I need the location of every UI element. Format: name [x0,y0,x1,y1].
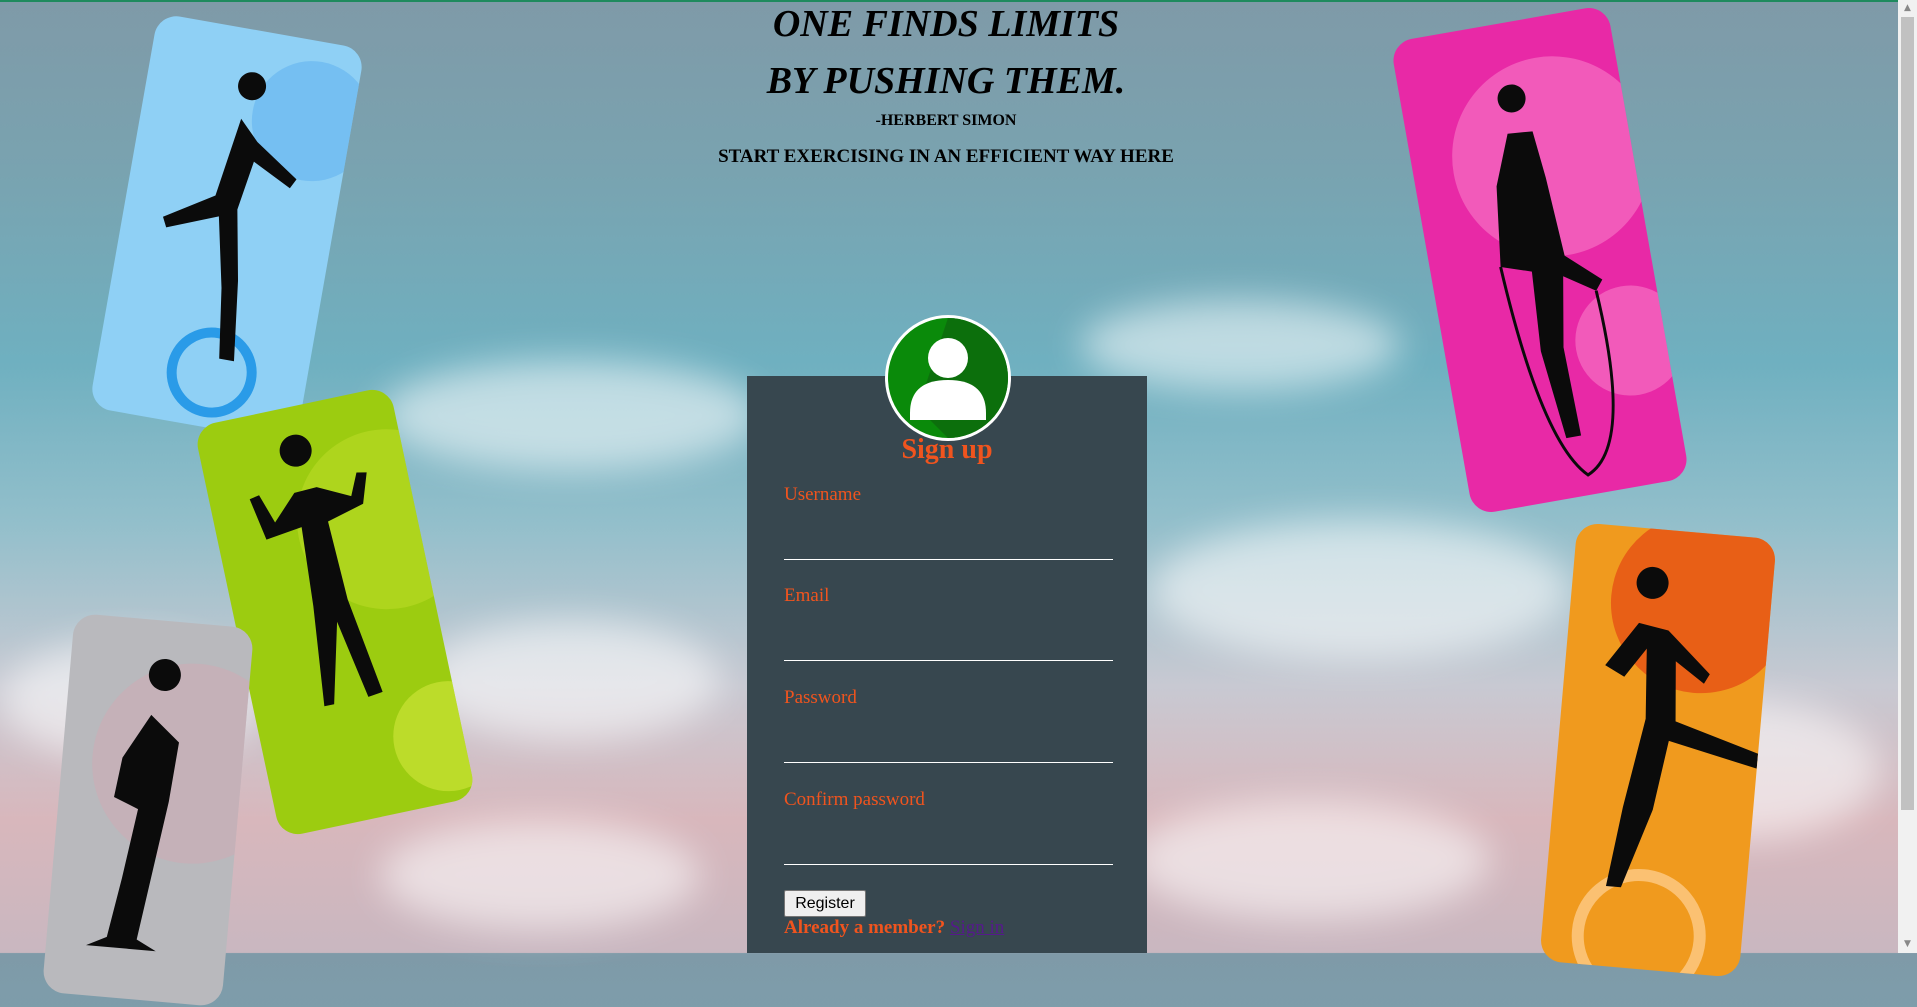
scrollbar-thumb[interactable] [1901,17,1914,810]
scroll-down-arrow-icon[interactable]: ▼ [1898,936,1917,953]
username-label: Username [784,484,862,505]
confirm-password-label: Confirm password [784,789,925,810]
register-button[interactable]: Register [784,890,866,917]
already-member-text: Already a member? Sign in [784,917,1004,939]
already-member-label: Already a member? [784,917,946,938]
password-input[interactable] [784,732,1113,763]
password-label: Password [784,687,857,708]
stepper-card-image [41,612,255,1007]
username-input[interactable] [784,529,1113,560]
signup-title: Sign up [901,434,993,465]
confirm-password-input[interactable] [784,834,1113,865]
scroll-up-arrow-icon[interactable]: ▲ [1898,0,1917,17]
page-scrollbar[interactable]: ▲ ▼ [1898,0,1917,953]
email-label: Email [784,585,830,606]
email-input[interactable] [784,630,1113,661]
user-avatar-icon [885,315,1011,441]
sign-in-link[interactable]: Sign in [950,917,1004,938]
kick-card-image [1539,522,1777,978]
